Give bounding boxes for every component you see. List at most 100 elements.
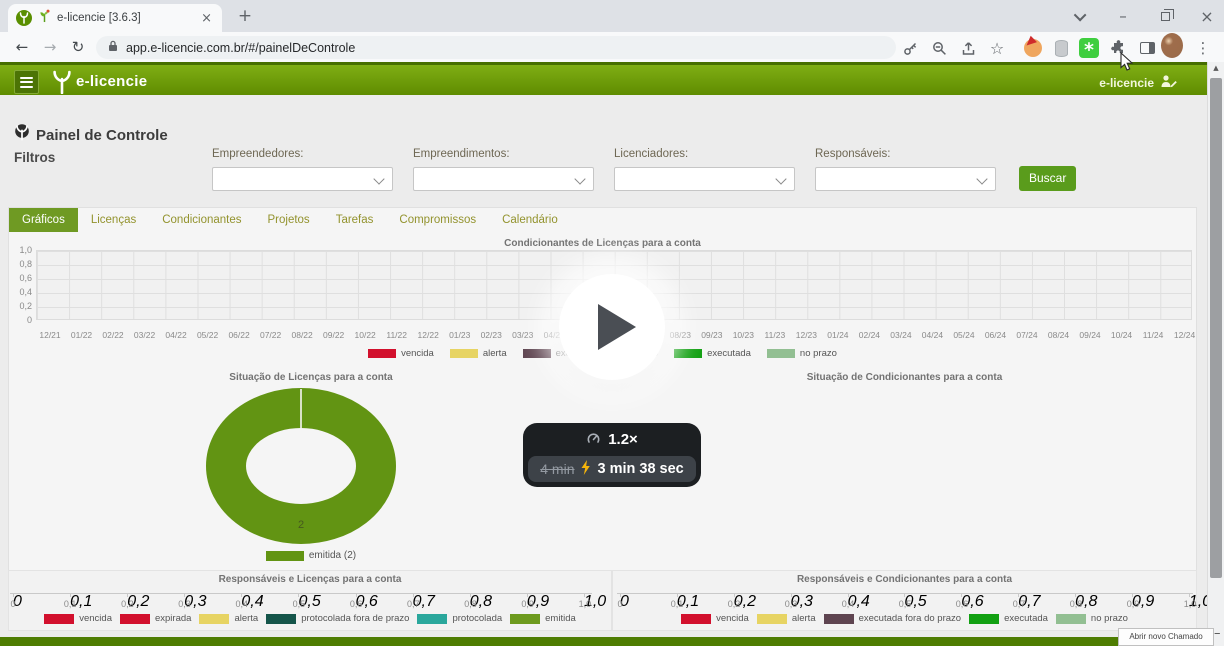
new-tab-button[interactable]: + — [234, 6, 256, 28]
x-tick-label: 09/22 — [321, 330, 347, 340]
filter-block: Licenciadores: — [614, 148, 795, 191]
legend-label: executada — [1004, 613, 1048, 624]
window-restore-button[interactable] — [1148, 0, 1182, 32]
bottom-bar — [0, 637, 1207, 646]
dashboard-tab[interactable]: Projetos — [255, 208, 323, 232]
filter-select[interactable] — [212, 167, 393, 191]
widget-minimize-icon[interactable]: – — [1214, 626, 1221, 641]
video-speed-pill[interactable]: 1.2× 4 min 3 min 38 sec — [523, 423, 701, 487]
dashboard-tab[interactable]: Compromissos — [386, 208, 489, 232]
optimized-duration: 3 min 38 sec — [597, 461, 683, 477]
legend-swatch — [767, 349, 795, 358]
legend-item: no prazo — [1056, 613, 1128, 624]
chart5-title: Responsáveis e Condicionantes para a con… — [613, 574, 1196, 585]
legend-label: emitida — [545, 613, 576, 624]
forward-icon[interactable]: → — [38, 36, 62, 58]
bookmark-star-icon[interactable]: ☆ — [986, 38, 1008, 58]
legend-label: expirada — [155, 613, 191, 624]
filter-select[interactable] — [614, 167, 795, 191]
filter-block: Empreendedores: — [212, 148, 393, 191]
x-tick-label: 01/22 — [69, 330, 95, 340]
open-ticket-tab[interactable]: Abrir novo Chamado — [1118, 628, 1214, 646]
chart5-ticks: 00,10,20,30,40,50,60,70,80,91,0 — [620, 593, 1190, 597]
x-tick-label: 0,6 — [950, 599, 974, 609]
video-play-button[interactable] — [559, 274, 665, 380]
filter-label: Empreendimentos: — [413, 148, 594, 160]
extension-cylinder-icon[interactable] — [1050, 38, 1072, 58]
legend-item: alerta — [757, 613, 816, 624]
x-tick-label: 12/23 — [793, 330, 819, 340]
password-key-icon[interactable] — [899, 38, 921, 58]
x-tick-label: 0,5 — [287, 599, 311, 609]
extension-green-icon[interactable]: * — [1078, 38, 1100, 58]
legend-label: emitida (2) — [309, 550, 356, 561]
x-tick-label: 0,1 — [58, 599, 82, 609]
x-tick-label: 03/23 — [510, 330, 536, 340]
window-minimize-button[interactable]: – — [1106, 0, 1140, 32]
y-tick-label: 0,6 — [19, 273, 32, 283]
legend-swatch — [199, 614, 229, 624]
dashboard-tab[interactable]: Calendário — [489, 208, 571, 232]
legend-swatch — [757, 614, 787, 624]
chart1-y-axis: 1,00,80,60,40,20 — [6, 245, 32, 325]
scrollbar-thumb[interactable] — [1210, 78, 1222, 578]
tab-search-icon[interactable] — [1064, 0, 1098, 32]
address-bar[interactable]: app.e-licencie.com.br/#/painelDeControle — [96, 36, 896, 59]
x-tick-label: 01/23 — [447, 330, 473, 340]
legend-swatch — [510, 614, 540, 624]
legend-swatch — [44, 614, 74, 624]
filter-select[interactable] — [413, 167, 594, 191]
tab-close-icon[interactable]: × — [199, 11, 214, 26]
legend-item: protocolada fora de prazo — [266, 613, 409, 624]
original-duration: 4 min — [540, 461, 574, 477]
lock-icon — [108, 39, 118, 57]
dashboard-tab[interactable]: Licenças — [78, 208, 149, 232]
y-tick-label: 0,2 — [19, 301, 32, 311]
filter-select[interactable] — [815, 167, 996, 191]
filters-row: Empreendedores: Empreendimentos: Licenci… — [212, 148, 996, 191]
brand-name: e-licencie — [76, 73, 147, 90]
browser-tab[interactable]: e-licencie [3.6.3] × — [8, 4, 222, 32]
donut-chart: 2 — [206, 388, 396, 546]
filters-label: Filtros — [14, 150, 55, 165]
dashboard-tab[interactable]: Tarefas — [323, 208, 387, 232]
legend-label: executada fora do prazo — [859, 613, 961, 624]
back-icon[interactable]: ← — [10, 36, 34, 58]
x-tick-label: 0,3 — [173, 599, 197, 609]
search-button[interactable]: Buscar — [1019, 166, 1076, 191]
extension-santa-icon[interactable] — [1022, 38, 1044, 58]
donut-data-label: 2 — [298, 519, 304, 531]
scroll-up-icon[interactable]: ▲ — [1208, 64, 1224, 72]
browser-menu-dots-icon[interactable]: ⋮ — [1192, 38, 1214, 58]
x-tick-label: 1,0 — [1178, 599, 1202, 609]
refresh-icon[interactable]: ↻ — [66, 36, 90, 58]
window-close-button[interactable]: × — [1190, 0, 1224, 32]
account-menu[interactable]: e-licencie — [1099, 74, 1177, 91]
x-tick-label: 09/23 — [699, 330, 725, 340]
y-tick-label: 0,8 — [19, 259, 32, 269]
x-tick-label: 0,9 — [1121, 599, 1145, 609]
side-panel-icon[interactable] — [1136, 38, 1158, 58]
chart4-x-axis: 00,10,20,30,40,50,60,70,80,91,0 — [1, 599, 597, 609]
legend-item: executada — [969, 613, 1048, 624]
app-logo-icon — [16, 10, 32, 26]
page-scrollbar[interactable]: ▲ — [1207, 62, 1224, 646]
url-text: app.e-licencie.com.br/#/painelDeControle — [126, 41, 355, 55]
x-tick-label: 0 — [1, 599, 25, 609]
filter-label: Responsáveis: — [815, 148, 996, 160]
dashboard-tab[interactable]: Condicionantes — [149, 208, 254, 232]
share-icon[interactable] — [957, 38, 979, 58]
x-tick-label: 04/24 — [919, 330, 945, 340]
y-tick-label: 0 — [27, 315, 32, 325]
legend-swatch — [824, 614, 854, 624]
dashboard-tab[interactable]: Gráficos — [9, 208, 78, 232]
legend-label: protocolada — [452, 613, 502, 624]
profile-avatar[interactable] — [1161, 35, 1183, 55]
legend-swatch — [120, 614, 150, 624]
legend-item: vencida — [681, 613, 749, 624]
x-tick-label: 0,8 — [1064, 599, 1088, 609]
hamburger-menu-button[interactable] — [14, 70, 39, 94]
page-title: Painel de Controle — [36, 127, 168, 144]
zoom-out-icon[interactable] — [928, 38, 950, 58]
x-tick-label: 05/22 — [195, 330, 221, 340]
